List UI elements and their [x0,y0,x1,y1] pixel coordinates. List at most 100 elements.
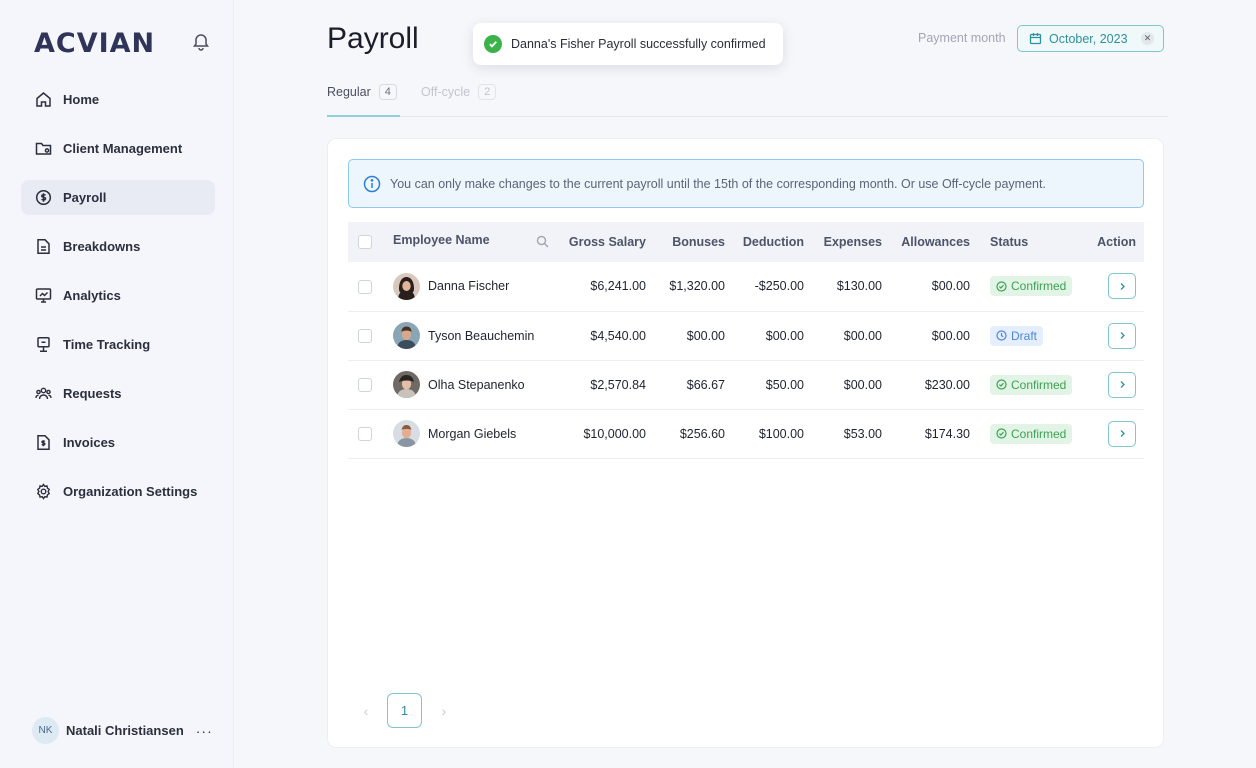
tab-label: Regular [327,85,371,99]
status-text: Confirmed [1011,377,1067,392]
deduction: $100.00 [758,426,804,441]
row-action-button[interactable] [1108,273,1136,300]
tab-count: 4 [378,84,397,100]
table-row[interactable]: Olha Stepanenko $2,570.84 $66.67 $50.00 … [348,360,1144,409]
more-icon[interactable]: ··· [196,723,213,739]
brand-logo[interactable]: ACVIAN [34,28,155,59]
chevron-right-icon [1120,381,1125,388]
sidebar-item-label: Invoices [63,435,116,450]
status-badge: Draft [990,325,1044,346]
dollar-circle-icon [35,189,52,206]
col-bonuses[interactable]: Bonuses [654,222,733,262]
info-banner: You can only make changes to the current… [348,159,1144,208]
status-cell: Confirmed [978,360,1082,409]
row-action-button[interactable] [1108,371,1136,398]
bonuses: $1,320.00 [669,279,725,294]
sidebar-item-time-tracking[interactable]: Time Tracking [21,327,215,362]
payment-month-value: October, 2023 [1049,31,1128,46]
col-gross-salary[interactable]: Gross Salary [557,222,654,262]
page-title: Payroll [327,22,419,55]
sidebar-item-payroll[interactable]: Payroll [21,180,215,215]
table-row[interactable]: Tyson Beauchemin $4,540.00 $00.00 $00.00… [348,311,1144,360]
invoice-icon [35,434,52,451]
row-checkbox[interactable] [358,328,372,343]
col-status[interactable]: Status [978,222,1082,262]
avatar: NK [32,717,59,744]
table-row[interactable]: Morgan Giebels $10,000.00 $256.60 $100.0… [348,409,1144,458]
avatar [393,371,420,398]
sidebar-item-home[interactable]: Home [21,82,215,117]
deduction: -$250.00 [754,279,804,294]
status-text: Confirmed [1011,426,1067,441]
user-profile[interactable]: NK Natali Christiansen ··· [32,717,213,744]
row-checkbox[interactable] [358,279,372,294]
home-icon [35,91,52,108]
row-checkbox[interactable] [358,426,372,441]
row-checkbox[interactable] [358,377,372,392]
deduction: $00.00 [765,328,804,343]
gross-salary: $2,570.84 [590,377,646,392]
action-cell [1082,409,1144,458]
bell-icon[interactable] [191,31,211,51]
action-cell [1082,360,1144,409]
row-select-cell [348,409,385,458]
deduction: $50.00 [765,377,804,392]
payroll-tabs: Regular 4 Off-cycle 2 [327,82,1168,117]
table-header-row: Employee Name Gross Salary Bonuses Deduc… [348,222,1144,262]
allowances: $230.00 [924,377,970,392]
check-circle-icon [484,35,502,53]
user-name: Natali Christiansen [66,723,184,738]
clear-icon[interactable]: ✕ [1141,32,1154,45]
row-action-button[interactable] [1108,322,1136,349]
success-toast: Danna's Fisher Payroll successfully conf… [473,23,783,65]
col-deduction[interactable]: Deduction [733,222,812,262]
employee-cell: Morgan Giebels [385,409,557,458]
status-badge: Confirmed [990,276,1073,297]
tab-regular[interactable]: Regular 4 [327,84,397,100]
payment-month-label: Payment month [918,31,1006,45]
sidebar-item-analytics[interactable]: Analytics [21,278,215,313]
info-text: You can only make changes to the current… [390,176,1046,191]
sidebar-item-breakdowns[interactable]: Breakdowns [21,229,215,264]
next-page-icon[interactable]: › [436,703,452,719]
payment-month-select[interactable]: October, 2023 ✕ [1017,25,1164,52]
select-all-cell [348,222,385,262]
chevron-right-icon [1120,332,1125,339]
employee-name: Tyson Beauchemin [428,328,535,343]
monitor-chart-icon [35,287,52,304]
people-icon [35,385,52,402]
col-expenses[interactable]: Expenses [812,222,890,262]
bonuses: $00.00 [686,328,725,343]
clock-icon [996,330,1007,341]
status-cell: Confirmed [978,409,1082,458]
row-select-cell [348,360,385,409]
sidebar-item-client-management[interactable]: Client Management [21,131,215,166]
payroll-table: Employee Name Gross Salary Bonuses Deduc… [348,222,1144,459]
toast-message: Danna's Fisher Payroll successfully conf… [511,37,766,51]
sidebar-item-invoices[interactable]: Invoices [21,425,215,460]
tab-off-cycle[interactable]: Off-cycle 2 [421,84,497,100]
client-folder-icon [35,140,52,157]
page-number-button[interactable]: 1 [387,693,422,728]
prev-page-icon[interactable]: ‹ [358,703,374,719]
select-all-checkbox[interactable] [358,235,372,250]
table-row[interactable]: Danna Fischer $6,241.00 $1,320.00 -$250.… [348,262,1144,311]
payroll-card: You can only make changes to the current… [327,138,1164,748]
search-icon[interactable] [536,235,549,251]
col-allowances[interactable]: Allowances [890,222,978,262]
status-badge: Confirmed [990,374,1073,395]
status-text: Draft [1011,328,1038,343]
document-icon [35,238,52,255]
sidebar-item-organization-settings[interactable]: Organization Settings [21,474,215,509]
allowances: $00.00 [931,328,970,343]
sidebar-item-label: Time Tracking [63,337,151,352]
sidebar-item-requests[interactable]: Requests [21,376,215,411]
status-cell: Draft [978,311,1082,360]
row-action-button[interactable] [1108,420,1136,447]
check-circle-icon [996,281,1007,292]
col-employee-name[interactable]: Employee Name [385,222,557,262]
employee-name: Morgan Giebels [428,426,517,441]
sidebar-nav: Home Client Management Payroll Breakdown… [21,82,215,523]
sidebar-item-label: Organization Settings [63,484,198,499]
allowances: $174.30 [924,426,970,441]
